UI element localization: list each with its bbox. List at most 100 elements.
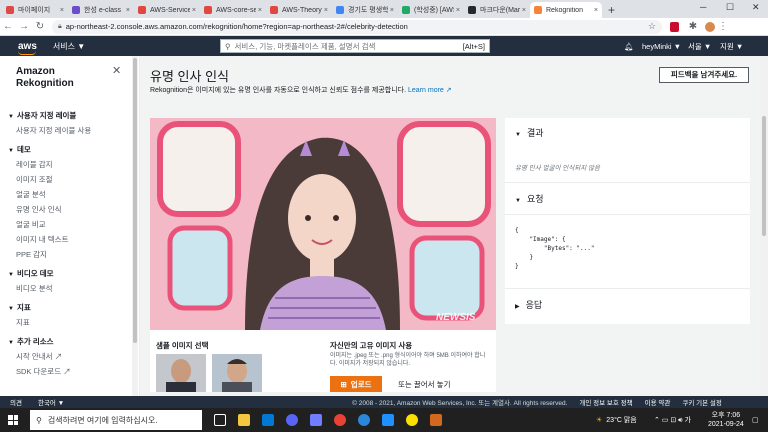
services-menu[interactable]: 서비스 ▼ <box>53 41 85 52</box>
close-tab-icon[interactable]: × <box>258 7 262 14</box>
tray-icons[interactable]: ⌃ ▭ ⊡ 🔊︎ 가 <box>654 408 691 432</box>
notification-icon[interactable]: ▢ <box>752 408 759 432</box>
sidebar-item[interactable]: 지표 <box>16 317 30 328</box>
close-tab-icon[interactable]: × <box>594 7 598 14</box>
sidebar-item[interactable]: 이미지 조절 <box>16 174 53 185</box>
sample-images-title: 샘플 이미지 선택 <box>156 341 209 350</box>
maximize-icon[interactable]: ☐ <box>726 2 734 13</box>
close-tab-icon[interactable]: × <box>324 7 328 14</box>
main-scrollbar[interactable] <box>760 56 768 396</box>
mail-icon[interactable] <box>262 414 274 426</box>
language-selector[interactable]: 한국어 ▼ <box>38 397 64 407</box>
clock[interactable]: 오후 7:06 2021-09-24 <box>708 408 744 432</box>
kakaotalk-icon[interactable] <box>406 414 418 426</box>
console-search-input[interactable]: ⚲ 서비스, 기능, 마켓플레이스 제품, 설명서 검색 [Alt+S] <box>220 39 490 53</box>
sidebar-item[interactable]: 시작 안내서 ↗ <box>16 351 62 362</box>
chrome-icon[interactable] <box>334 414 346 426</box>
close-tab-icon[interactable]: × <box>456 7 460 14</box>
sidebar-item[interactable]: PPE 감지 <box>16 249 47 260</box>
sidebar-section-header[interactable]: ▼ 데모 <box>8 144 31 155</box>
sidebar-item[interactable]: 사용자 지정 레이블 사용 <box>16 125 91 136</box>
close-tab-icon[interactable]: × <box>522 7 526 14</box>
sidebar-section-header[interactable]: ▼ 비디오 데모 <box>8 268 54 279</box>
close-tab-icon[interactable]: × <box>192 7 196 14</box>
caret-down-icon: ▼ <box>515 132 521 138</box>
file-explorer-icon[interactable] <box>238 414 250 426</box>
sidebar-scrollbar[interactable] <box>132 56 138 396</box>
request-header[interactable]: ▼ 요청 <box>515 192 544 205</box>
upload-button[interactable]: ⊞ 업로드 <box>330 376 382 392</box>
tab-title: (학성중) [AWS <box>414 7 454 14</box>
privacy-link[interactable]: 개인 정보 보호 정책 <box>579 397 632 407</box>
windows-start-icon[interactable] <box>8 415 18 425</box>
sidebar-section-header[interactable]: ▼ 추가 리소스 <box>8 336 54 347</box>
taskbar-search-input[interactable]: ⚲ 검색하려면 여기에 입력하십시오. <box>30 410 202 430</box>
tab-title: AWS-Service <box>150 6 190 14</box>
account-menu[interactable]: heyMinki ▼ <box>642 36 681 56</box>
tab-favicon-icon <box>468 6 476 14</box>
footer-feedback-link[interactable]: 의견 <box>10 397 22 407</box>
close-tab-icon[interactable]: × <box>390 7 394 14</box>
browser-menu-icon[interactable]: ⋮ <box>715 21 731 32</box>
extension-icon[interactable] <box>670 21 679 32</box>
sample-image-1[interactable] <box>156 354 206 392</box>
bookmark-star-icon[interactable]: ☆ <box>648 21 656 32</box>
sidebar-item[interactable]: 레이블 감지 <box>16 159 53 170</box>
browser-tab[interactable]: 마이페이지 × <box>2 2 68 18</box>
windows-taskbar: ⚲ 검색하려면 여기에 입력하십시오. ☀ 23°C 맑음 ⌃ ▭ ⊡ 🔊︎ 가… <box>0 408 768 432</box>
browser-tab[interactable]: 경기도 평생학 × <box>332 2 398 18</box>
browser-tab[interactable]: Rekognition × <box>530 2 602 18</box>
sidebar-item[interactable]: 유명 인사 인식 <box>16 204 62 215</box>
browser-tab[interactable]: 한성 e-class × <box>68 2 134 18</box>
url-field[interactable]: 🔒︎ ap-northeast-2.console.aws.amazon.com… <box>52 19 662 34</box>
app-icon[interactable] <box>430 414 442 426</box>
browser-tab[interactable]: AWS-Theory × <box>266 2 332 18</box>
tab-title: 한성 e-class <box>84 7 121 14</box>
tab-favicon-icon <box>6 6 14 14</box>
profile-avatar[interactable] <box>705 21 715 32</box>
response-header[interactable]: ▶ 응답 <box>515 298 542 311</box>
sidebar-item[interactable]: SDK 다운로드 ↗ <box>16 366 71 377</box>
new-tab-button[interactable]: + <box>602 2 621 18</box>
sidebar-item[interactable]: 비디오 분석 <box>16 283 53 294</box>
close-window-icon[interactable]: ✕ <box>752 2 760 13</box>
results-header[interactable]: ▼ 결과 <box>515 126 544 139</box>
sidebar-section-header[interactable]: ▼ 지표 <box>8 302 31 313</box>
vscode-icon[interactable] <box>382 414 394 426</box>
learn-more-link[interactable]: Learn more ↗ <box>408 87 452 94</box>
discord-icon[interactable] <box>286 414 298 426</box>
tab-title: AWS-Theory <box>282 6 322 14</box>
task-view-icon[interactable] <box>214 414 226 426</box>
back-icon[interactable]: ← <box>0 21 16 32</box>
region-menu[interactable]: 서울 ▼ <box>688 36 711 56</box>
support-menu[interactable]: 지원 ▼ <box>720 36 743 56</box>
minimize-icon[interactable]: ─ <box>700 2 706 12</box>
sidebar-item[interactable]: 이미지 내 텍스트 <box>16 234 68 245</box>
feedback-button[interactable]: 피드백을 남겨주세요. <box>659 67 749 83</box>
cookie-link[interactable]: 쿠키 기본 설정 <box>682 397 722 407</box>
forward-icon[interactable]: → <box>16 21 32 32</box>
sample-image-2[interactable] <box>212 354 262 392</box>
sidebar-item[interactable]: 얼굴 비교 <box>16 219 46 230</box>
close-tab-icon[interactable]: × <box>60 7 64 14</box>
weather-widget[interactable]: ☀ 23°C 맑음 <box>596 408 637 432</box>
app-icon[interactable] <box>310 414 322 426</box>
aws-logo[interactable]: aws <box>18 41 37 55</box>
browser-tab[interactable]: (학성중) [AWS × <box>398 2 464 18</box>
close-icon[interactable]: ✕ <box>112 64 121 77</box>
terms-link[interactable]: 이용 약관 <box>645 397 671 407</box>
browser-tab[interactable]: 마크다운(Mar × <box>464 2 530 18</box>
caret-right-icon: ▶ <box>515 304 520 310</box>
edge-icon[interactable] <box>358 414 370 426</box>
sidebar-title[interactable]: Amazon Rekognition <box>16 66 74 90</box>
reload-icon[interactable]: ↻ <box>32 21 48 32</box>
browser-tab[interactable]: AWS-core-se × <box>200 2 266 18</box>
close-tab-icon[interactable]: × <box>126 7 130 14</box>
extensions-puzzle-icon[interactable]: ✱ <box>685 21 701 32</box>
sidebar-section-header[interactable]: ▼ 사용자 지정 레이블 <box>8 110 76 121</box>
sidebar-item[interactable]: 얼굴 분석 <box>16 189 46 200</box>
bell-icon[interactable]: 🔔︎ <box>624 36 634 56</box>
tab-favicon-icon <box>138 6 146 14</box>
browser-tab[interactable]: AWS-Service × <box>134 2 200 18</box>
external-link-icon: ↗ <box>63 367 71 376</box>
